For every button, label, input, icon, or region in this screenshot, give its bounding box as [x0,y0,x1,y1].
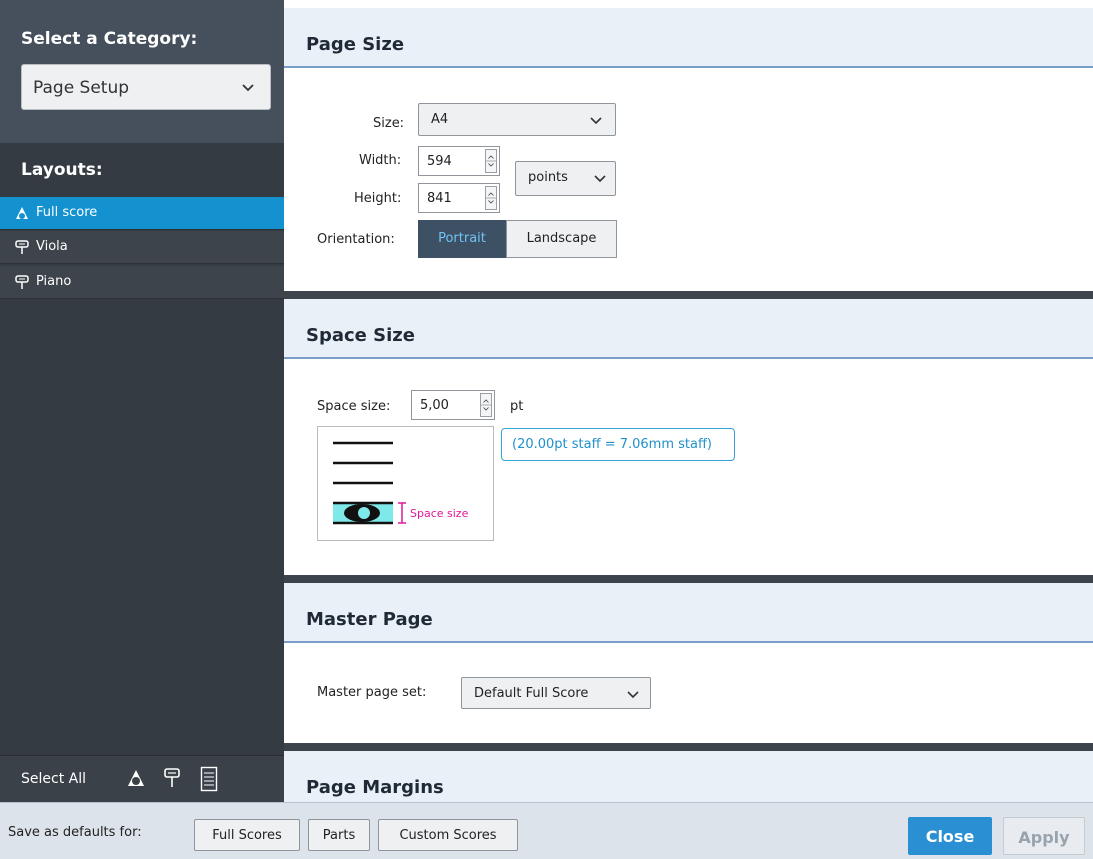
apply-button[interactable]: Apply [1003,817,1085,855]
size-label: Size: [373,116,405,131]
size-select-value: A4 [431,112,449,127]
layout-item-full-score[interactable]: Full score [0,197,284,230]
height-value: 841 [427,191,452,206]
page-margins-header: Page Margins [284,751,1093,802]
chevron-down-icon [594,175,606,183]
layout-item-label: Viola [36,239,68,254]
height-stepper[interactable]: 841 [418,183,500,213]
options-panel[interactable]: Page Size Size: A4 Width: 594 Height: 84… [284,0,1093,802]
height-label: Height: [354,191,402,206]
part-icon [15,240,29,254]
space-size-header: Space Size [284,299,1093,359]
master-page-set-label: Master page set: [317,685,427,700]
layout-item-label: Full score [36,205,98,220]
section-divider [284,743,1093,751]
section-divider [284,575,1093,583]
category-header: Select a Category: Page Setup [0,0,284,143]
space-size-label: Space size: [317,399,391,414]
layout-item-label: Piano [36,274,72,289]
select-parts-icon[interactable] [163,766,181,790]
portrait-button[interactable]: Portrait [418,220,506,258]
landscape-label: Landscape [526,231,597,246]
width-value: 594 [427,154,452,169]
layouts-title: Layouts: [21,160,103,180]
size-select[interactable]: A4 [418,103,616,136]
layout-item-piano[interactable]: Piano [0,266,284,299]
staff-size-note-text: (20.00pt staff = 7.06mm staff) [512,437,712,452]
portrait-label: Portrait [438,231,486,246]
category-select[interactable]: Page Setup [21,64,271,110]
master-page-set-value: Default Full Score [474,686,589,701]
space-size-diagram-label: Space size [410,507,469,520]
category-select-value: Page Setup [33,78,130,98]
chevron-down-icon [627,691,639,699]
select-full-scores-icon[interactable] [126,766,146,790]
master-page-header: Master Page [284,583,1093,643]
master-page-set-select[interactable]: Default Full Score [461,677,651,709]
sidebar: Select a Category: Page Setup Layouts: F… [0,0,284,802]
space-size-unit: pt [510,399,524,414]
select-all-button[interactable]: Select All [21,771,86,787]
spinner-arrows-icon[interactable] [480,393,492,417]
space-size-value: 5,00 [420,398,449,413]
space-size-title: Space Size [306,325,415,346]
save-full-scores-button[interactable]: Full Scores [194,819,300,851]
chevron-down-icon [590,117,602,125]
spinner-arrows-icon[interactable] [485,186,497,210]
units-select-value: points [528,170,568,185]
space-size-diagram: Space size [317,426,494,541]
page-size-header: Page Size [284,8,1093,68]
space-size-stepper[interactable]: 5,00 [411,390,495,420]
full-score-icon [16,207,28,219]
save-defaults-label: Save as defaults for: [8,825,142,840]
units-select[interactable]: points [515,161,616,196]
staff-diagram-graphic: Space size [333,441,469,525]
close-button[interactable]: Close [908,817,992,855]
master-page-title: Master Page [306,609,433,630]
part-icon [15,275,29,289]
select-custom-scores-icon[interactable] [200,766,218,792]
page-margins-title: Page Margins [306,777,444,798]
dialog-footer: Save as defaults for: Full Scores Parts … [0,802,1093,859]
save-custom-scores-button[interactable]: Custom Scores [378,819,518,851]
width-stepper[interactable]: 594 [418,146,500,176]
section-divider [284,291,1093,299]
width-label: Width: [359,153,402,168]
category-title: Select a Category: [21,29,198,49]
chevron-down-icon [242,84,254,92]
page-size-title: Page Size [306,34,405,55]
save-parts-button[interactable]: Parts [308,819,370,851]
staff-size-note: (20.00pt staff = 7.06mm staff) [501,428,735,461]
spinner-arrows-icon[interactable] [485,149,497,173]
layout-item-viola[interactable]: Viola [0,231,284,264]
orientation-label: Orientation: [317,232,395,247]
landscape-button[interactable]: Landscape [506,220,617,258]
sidebar-select-bar: Select All [0,755,284,802]
